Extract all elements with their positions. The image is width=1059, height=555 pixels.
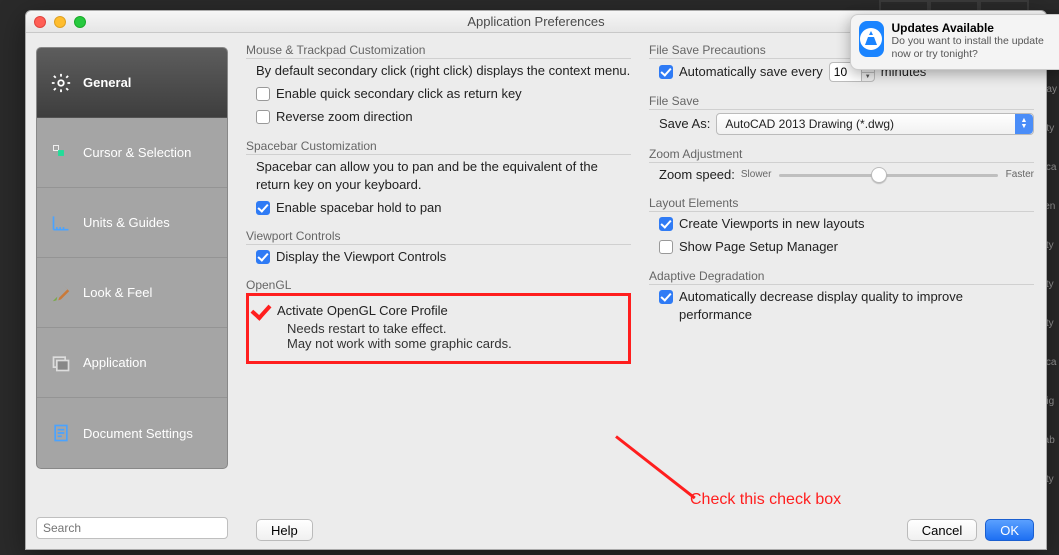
sidebar-item-document[interactable]: Document Settings: [37, 398, 227, 468]
checkbox-viewport-controls[interactable]: [256, 250, 270, 264]
section-file-save: File Save: [649, 94, 1034, 108]
label-autosave: Automatically save every: [679, 63, 823, 81]
help-button[interactable]: Help: [256, 519, 313, 541]
sidebar-item-units[interactable]: Units & Guides: [37, 188, 227, 258]
section-viewport: Viewport Controls: [246, 229, 631, 243]
checkbox-spacebar-pan[interactable]: [256, 201, 270, 215]
sidebar-item-label: Look & Feel: [83, 285, 152, 300]
checkbox-opengl[interactable]: [253, 303, 269, 319]
preferences-window: Application Preferences General Cursor &…: [25, 10, 1047, 550]
label-adaptive: Automatically decrease display quality t…: [679, 288, 1034, 324]
document-icon: [49, 421, 73, 445]
chevron-updown-icon: ▲▼: [1015, 114, 1033, 134]
zoom-faster-label: Faster: [1006, 168, 1034, 182]
application-icon: [49, 351, 73, 375]
zoom-speed-slider[interactable]: [779, 166, 997, 184]
sidebar-item-label: Document Settings: [83, 426, 193, 441]
label-page-setup: Show Page Setup Manager: [679, 238, 838, 256]
section-spacebar: Spacebar Customization: [246, 139, 631, 153]
zoom-slower-label: Slower: [741, 168, 772, 182]
section-opengl: OpenGL: [246, 278, 631, 292]
label-spacebar-pan: Enable spacebar hold to pan: [276, 199, 442, 217]
stepper-down-icon[interactable]: ▼: [862, 73, 874, 82]
checkbox-page-setup[interactable]: [659, 240, 673, 254]
appstore-icon: [859, 21, 884, 57]
label-reverse-zoom: Reverse zoom direction: [276, 108, 413, 126]
sidebar-item-cursor[interactable]: Cursor & Selection: [37, 118, 227, 188]
sidebar-item-label: Units & Guides: [83, 215, 170, 230]
ruler-icon: [49, 211, 73, 235]
cursor-icon: [49, 141, 73, 165]
checkbox-create-viewports[interactable]: [659, 217, 673, 231]
save-as-select[interactable]: AutoCAD 2013 Drawing (*.dwg) ▲▼: [716, 113, 1034, 135]
right-column: File Save Precautions Automatically save…: [649, 41, 1034, 501]
search-input[interactable]: [36, 517, 228, 539]
update-notification[interactable]: Updates Available Do you want to install…: [850, 14, 1059, 70]
spacebar-desc: Spacebar can allow you to pan and be the…: [256, 158, 631, 194]
label-create-viewports: Create Viewports in new layouts: [679, 215, 864, 233]
left-column: Mouse & Trackpad Customization By defaul…: [246, 41, 631, 501]
checkbox-adaptive[interactable]: [659, 290, 673, 304]
zoom-speed-label: Zoom speed:: [659, 166, 735, 184]
checkbox-autosave[interactable]: [659, 65, 673, 79]
save-as-label: Save As:: [659, 115, 710, 133]
sidebar-item-label: Application: [83, 355, 147, 370]
ok-button[interactable]: OK: [985, 519, 1034, 541]
sidebar-item-application[interactable]: Application: [37, 328, 227, 398]
section-mouse: Mouse & Trackpad Customization: [246, 43, 631, 57]
sidebar-item-look[interactable]: Look & Feel: [37, 258, 227, 328]
sidebar-item-label: General: [83, 75, 131, 90]
save-as-value: AutoCAD 2013 Drawing (*.dwg): [725, 116, 894, 133]
gear-icon: [49, 71, 73, 95]
sidebar: General Cursor & Selection Units & Guide…: [26, 33, 238, 549]
opengl-note1: Needs restart to take effect.: [253, 321, 620, 336]
opengl-highlight-box: Activate OpenGL Core Profile Needs resta…: [246, 293, 631, 363]
notification-body: Do you want to install the update now or…: [892, 35, 1057, 61]
annotation-text: Check this check box: [690, 491, 841, 509]
mouse-desc: By default secondary click (right click)…: [256, 62, 631, 80]
section-layout: Layout Elements: [649, 196, 1034, 210]
checkbox-quick-click[interactable]: [256, 87, 270, 101]
sidebar-item-label: Cursor & Selection: [83, 145, 191, 160]
opengl-note2: May not work with some graphic cards.: [253, 336, 620, 351]
notification-title: Updates Available: [892, 21, 1057, 35]
label-viewport-controls: Display the Viewport Controls: [276, 248, 446, 266]
section-adaptive: Adaptive Degradation: [649, 269, 1034, 283]
sidebar-item-general[interactable]: General: [37, 48, 227, 118]
label-quick-click: Enable quick secondary click as return k…: [276, 85, 522, 103]
cancel-button[interactable]: Cancel: [907, 519, 977, 541]
checkbox-reverse-zoom[interactable]: [256, 110, 270, 124]
brush-icon: [49, 281, 73, 305]
section-zoom: Zoom Adjustment: [649, 147, 1034, 161]
label-opengl: Activate OpenGL Core Profile: [277, 302, 448, 320]
